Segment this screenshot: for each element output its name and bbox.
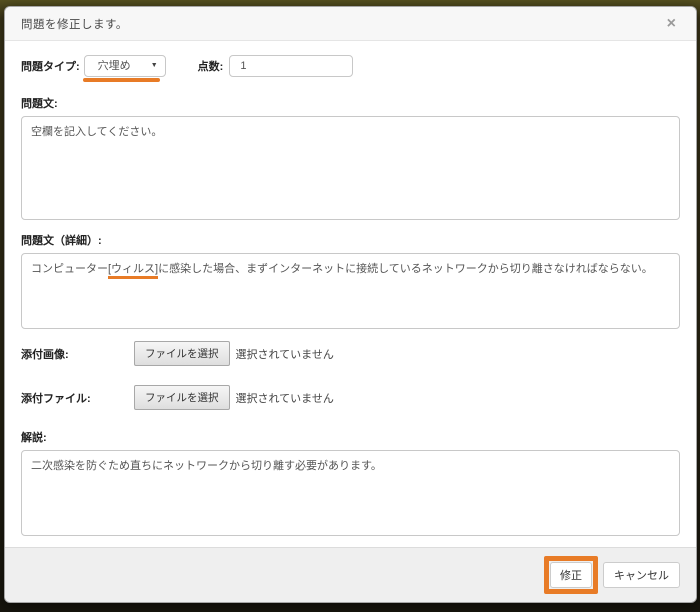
edit-question-dialog: 問題を修正します。 × 問題タイプ: 穴埋め ▼ 点数: 問題文: 問題文（詳細… — [4, 6, 697, 603]
question-text-label: 問題文: — [21, 95, 680, 111]
question-text-textarea[interactable] — [21, 116, 680, 220]
type-and-points-row: 問題タイプ: 穴埋め ▼ 点数: — [21, 55, 680, 77]
attachment-image-file-button[interactable]: ファイルを選択 — [134, 341, 230, 366]
question-type-select-wrap: 穴埋め ▼ — [84, 55, 166, 77]
attachment-file-row: 添付ファイル: ファイルを選択 選択されていません — [21, 385, 680, 410]
close-icon[interactable]: × — [663, 14, 680, 34]
attachment-image-label: 添付画像: — [21, 346, 134, 362]
attachment-image-row: 添付画像: ファイルを選択 選択されていません — [21, 341, 680, 366]
annotation-underline-select — [83, 78, 160, 82]
submit-button[interactable]: 修正 — [550, 562, 592, 588]
question-type-select[interactable]: 穴埋め — [84, 55, 166, 77]
annotation-box-submit: 修正 — [544, 556, 598, 594]
question-type-label: 問題タイプ: — [21, 58, 80, 74]
detail-text-before: コンピューター — [31, 263, 108, 275]
explanation-label: 解説: — [21, 429, 680, 445]
detail-highlight-token: [ウィルス] — [108, 263, 158, 279]
attachment-file-label: 添付ファイル: — [21, 390, 134, 406]
dialog-body: 問題タイプ: 穴埋め ▼ 点数: 問題文: 問題文（詳細）: コンピューター[ウ… — [5, 41, 696, 536]
cancel-button[interactable]: キャンセル — [603, 562, 680, 588]
points-input[interactable] — [229, 55, 353, 77]
attachment-file-status: 選択されていません — [236, 390, 334, 406]
detail-text-after: に感染した場合、まずインターネットに接続しているネットワークから切り離さなければ… — [158, 263, 653, 275]
question-detail-label: 問題文（詳細）: — [21, 232, 680, 248]
explanation-textarea[interactable] — [21, 450, 680, 536]
question-text-field: 問題文: — [21, 95, 680, 220]
dialog-title: 問題を修正します。 — [21, 16, 128, 32]
points-label: 点数: — [198, 58, 224, 74]
dialog-footer: 修正 キャンセル — [5, 547, 696, 602]
attachment-file-file-button[interactable]: ファイルを選択 — [134, 385, 230, 410]
explanation-field: 解説: — [21, 429, 680, 536]
attachment-image-status: 選択されていません — [236, 346, 334, 362]
question-detail-textarea[interactable]: コンピューター[ウィルス]に感染した場合、まずインターネットに接続しているネット… — [21, 253, 680, 329]
dialog-header: 問題を修正します。 × — [5, 7, 696, 41]
question-detail-field: 問題文（詳細）: コンピューター[ウィルス]に感染した場合、まずインターネットに… — [21, 232, 680, 329]
